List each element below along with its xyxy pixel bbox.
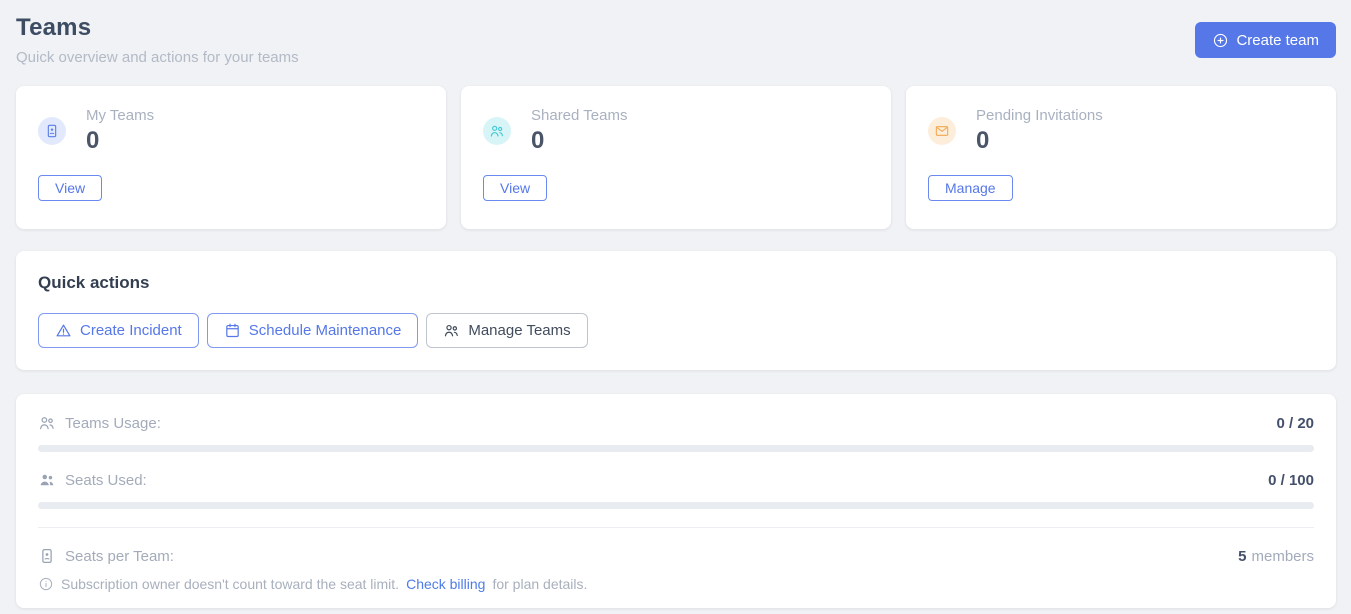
stats-cards: My Teams 0 View Shared Teams 0 View bbox=[16, 86, 1336, 229]
note-text-suffix: for plan details. bbox=[492, 576, 587, 592]
note-text-prefix: Subscription owner doesn't count toward … bbox=[61, 576, 399, 592]
stat-value: 0 bbox=[531, 127, 627, 155]
manage-teams-button[interactable]: Manage Teams bbox=[426, 313, 587, 348]
stat-value: 0 bbox=[86, 127, 154, 155]
schedule-maintenance-label: Schedule Maintenance bbox=[249, 322, 402, 339]
seats-per-team-value-group: 5 members bbox=[1238, 548, 1314, 565]
badge-icon bbox=[38, 547, 56, 565]
seats-per-team-label-group: Seats per Team: bbox=[38, 547, 174, 565]
seats-used-label: Seats Used: bbox=[65, 472, 147, 489]
teams-usage-value: 0 / 20 bbox=[1276, 415, 1314, 432]
usage-panel: Teams Usage: 0 / 20 Seats Used: 0 / 100 bbox=[16, 394, 1336, 608]
page-subtitle: Quick overview and actions for your team… bbox=[16, 49, 299, 66]
plus-circle-icon bbox=[1212, 32, 1229, 49]
warning-icon bbox=[55, 322, 72, 339]
teams-usage-progressbar bbox=[38, 445, 1314, 452]
page-title: Teams bbox=[16, 14, 299, 42]
create-incident-label: Create Incident bbox=[80, 322, 182, 339]
info-icon bbox=[38, 576, 54, 592]
quick-actions-title: Quick actions bbox=[38, 273, 1314, 293]
check-billing-link[interactable]: Check billing bbox=[406, 576, 485, 592]
stat-card-meta: My Teams 0 bbox=[86, 107, 154, 155]
view-my-teams-button[interactable]: View bbox=[38, 175, 102, 201]
calendar-icon bbox=[224, 322, 241, 339]
user-group-icon bbox=[443, 322, 460, 339]
seats-used-row: Seats Used: 0 / 100 bbox=[38, 471, 1314, 489]
user-group-outline-icon bbox=[38, 414, 56, 432]
create-team-button[interactable]: Create team bbox=[1195, 22, 1336, 58]
page-header: Teams Quick overview and actions for you… bbox=[16, 12, 1336, 66]
seats-per-team-row: Seats per Team: 5 members bbox=[38, 547, 1314, 565]
teams-usage-label: Teams Usage: bbox=[65, 415, 161, 432]
schedule-maintenance-button[interactable]: Schedule Maintenance bbox=[207, 313, 419, 348]
quick-actions-panel: Quick actions Create Incident Schedule M… bbox=[16, 251, 1336, 370]
view-shared-teams-button[interactable]: View bbox=[483, 175, 547, 201]
create-team-label: Create team bbox=[1236, 32, 1319, 49]
teams-usage-row: Teams Usage: 0 / 20 bbox=[38, 414, 1314, 432]
seat-limit-note: Subscription owner doesn't count toward … bbox=[38, 576, 1314, 592]
stat-card-meta: Pending Invitations 0 bbox=[976, 107, 1103, 155]
seats-per-team-value: 5 bbox=[1238, 548, 1246, 565]
stat-card-meta: Shared Teams 0 bbox=[531, 107, 627, 155]
stat-label: Pending Invitations bbox=[976, 107, 1103, 124]
user-group-filled-icon bbox=[38, 471, 56, 489]
seats-per-team-label: Seats per Team: bbox=[65, 548, 174, 565]
badge-icon bbox=[38, 117, 66, 145]
stat-card-top: Pending Invitations 0 bbox=[928, 107, 1314, 155]
seats-used-progressbar bbox=[38, 502, 1314, 509]
usage-divider bbox=[38, 527, 1314, 528]
stat-card-pending-invitations: Pending Invitations 0 Manage bbox=[906, 86, 1336, 229]
seats-used-label-group: Seats Used: bbox=[38, 471, 147, 489]
stat-card-top: My Teams 0 bbox=[38, 107, 424, 155]
stat-card-shared-teams: Shared Teams 0 View bbox=[461, 86, 891, 229]
stat-label: My Teams bbox=[86, 107, 154, 124]
stat-card-my-teams: My Teams 0 View bbox=[16, 86, 446, 229]
page-heading-block: Teams Quick overview and actions for you… bbox=[16, 12, 299, 66]
create-incident-button[interactable]: Create Incident bbox=[38, 313, 199, 348]
seats-used-value: 0 / 100 bbox=[1268, 472, 1314, 489]
teams-usage-label-group: Teams Usage: bbox=[38, 414, 161, 432]
stat-label: Shared Teams bbox=[531, 107, 627, 124]
seats-per-team-unit: members bbox=[1251, 548, 1314, 565]
manage-invitations-button[interactable]: Manage bbox=[928, 175, 1013, 201]
user-group-icon bbox=[483, 117, 511, 145]
manage-teams-label: Manage Teams bbox=[468, 322, 570, 339]
quick-actions-row: Create Incident Schedule Maintenance Man… bbox=[38, 313, 1314, 348]
teams-page: Teams Quick overview and actions for you… bbox=[0, 0, 1351, 608]
stat-card-top: Shared Teams 0 bbox=[483, 107, 869, 155]
mail-icon bbox=[928, 117, 956, 145]
stat-value: 0 bbox=[976, 127, 1103, 155]
